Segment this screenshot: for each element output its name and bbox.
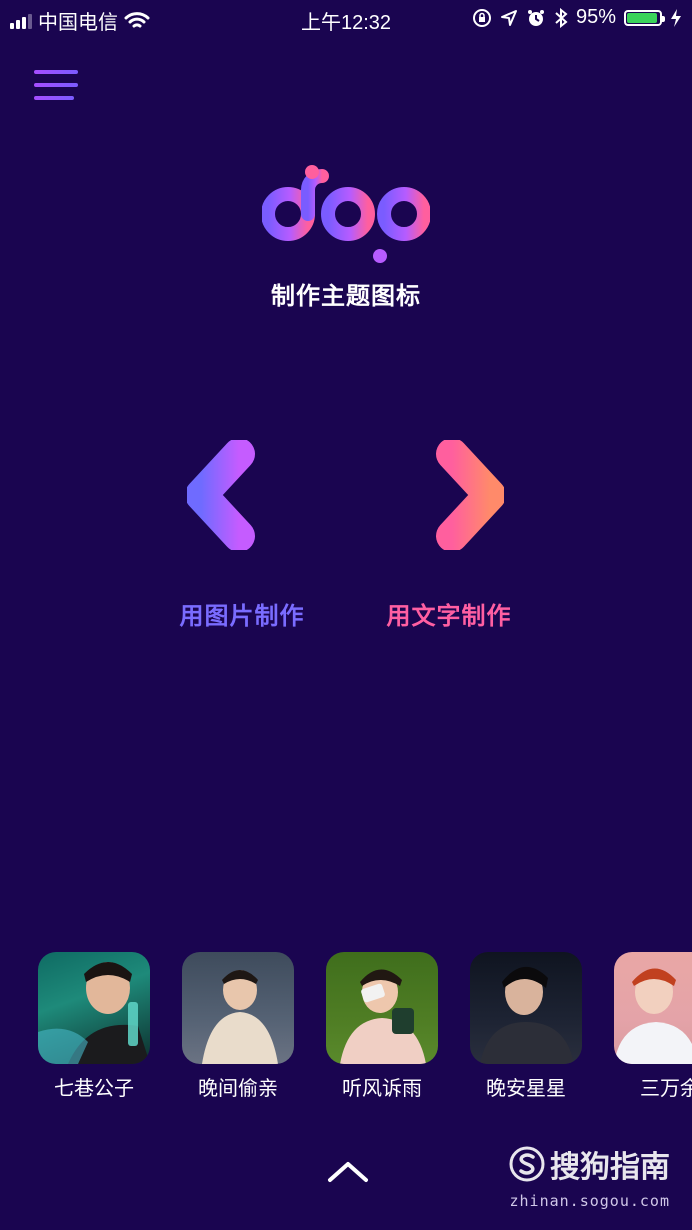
hamburger-menu-icon[interactable] — [34, 68, 80, 104]
avatar-item[interactable]: 七巷公子 — [38, 952, 150, 1101]
make-with-text-label: 用文字制作 — [386, 603, 512, 630]
avatar-name: 三万余 — [640, 1078, 692, 1100]
charging-icon — [671, 8, 681, 27]
location-icon — [500, 9, 517, 26]
page-title: 制作主题图标 — [271, 283, 421, 310]
avatar — [326, 952, 438, 1064]
status-right: 95% — [472, 6, 682, 29]
avatar — [614, 952, 692, 1064]
orientation-lock-icon — [472, 8, 491, 27]
chevron-up-icon[interactable] — [324, 1152, 372, 1188]
avatar-name: 晚安星星 — [486, 1078, 566, 1100]
arrow-right-icon — [396, 440, 504, 550]
avatar — [38, 952, 150, 1064]
avatar-carousel[interactable]: 七巷公子 晚间偷亲 听风诉雨 晚安星星 三万余 — [38, 952, 692, 1102]
dop-logo — [262, 165, 430, 263]
app-screen: 中国电信 上午12:32 95% 制作主题图标 用图片制作 用文字制作 七巷公子… — [0, 0, 692, 1230]
make-with-text-button[interactable]: 用文字制作 — [359, 440, 539, 631]
avatar-name: 听风诉雨 — [342, 1078, 422, 1100]
watermark-brand: 搜狗指南 — [508, 1142, 670, 1186]
make-with-image-label: 用图片制作 — [179, 603, 305, 630]
sogou-watermark: 搜狗指南 zhinan.sogou.com — [508, 1142, 670, 1210]
avatar — [182, 952, 294, 1064]
sogou-logo-icon — [509, 1146, 545, 1182]
battery-icon — [624, 9, 665, 26]
avatar — [470, 952, 582, 1064]
avatar-name: 七巷公子 — [54, 1078, 134, 1100]
avatar-item[interactable]: 晚安星星 — [470, 952, 582, 1101]
avatar-item[interactable]: 三万余 — [614, 952, 692, 1101]
make-with-image-button[interactable]: 用图片制作 — [152, 440, 332, 631]
avatar-name: 晚间偷亲 — [198, 1078, 278, 1100]
avatar-item[interactable]: 听风诉雨 — [326, 952, 438, 1101]
arrow-left-icon — [187, 440, 295, 550]
bluetooth-icon — [555, 7, 568, 28]
alarm-icon — [527, 9, 544, 26]
battery-level — [627, 12, 658, 23]
watermark-brand-text: 搜狗指南 — [550, 1151, 670, 1184]
status-bar: 中国电信 上午12:32 95% — [0, 0, 692, 34]
battery-percent: 95% — [575, 6, 616, 28]
avatar-item[interactable]: 晚间偷亲 — [182, 952, 294, 1101]
watermark-url: zhinan.sogou.com — [509, 1192, 670, 1210]
